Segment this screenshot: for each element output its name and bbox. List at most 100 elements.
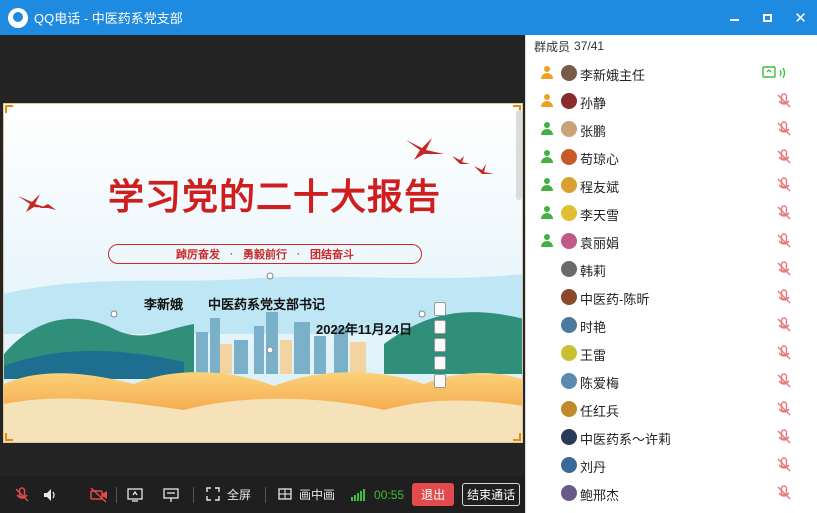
speaking-status-icon <box>540 94 554 108</box>
avatar <box>561 485 577 501</box>
member-row[interactable]: 韩莉 <box>526 255 817 283</box>
member-list[interactable]: 李新娥主任孙静张鹏苟琼心程友斌李天雪袁丽娟韩莉中医药-陈昕时艳王雷陈爱梅任红兵中… <box>526 59 817 507</box>
window-controls: ✕ <box>718 0 817 35</box>
presentation-slide: 学习党的二十大报告 踔厉奋发 · 勇毅前行 · 团结奋斗 李新娥 中医药系党支部… <box>3 103 523 443</box>
bulb-icon[interactable] <box>434 374 446 388</box>
speaking-status-icon <box>540 206 554 220</box>
member-name: 王雷 <box>580 348 607 363</box>
member-name: 韩莉 <box>580 264 607 279</box>
mic-muted-icon <box>776 345 792 361</box>
slide-organization: 中医药系党支部书记 <box>208 297 326 312</box>
member-name: 陈爱梅 <box>580 376 620 391</box>
member-name: 孙静 <box>580 96 607 111</box>
toolbar-divider <box>116 486 117 503</box>
member-row[interactable]: 程友斌 <box>526 171 817 199</box>
member-name: 任红兵 <box>580 404 620 419</box>
member-row[interactable]: 中医药系～许莉 <box>526 423 817 451</box>
rotate-icon[interactable] <box>434 338 446 352</box>
mic-muted-icon <box>776 289 792 305</box>
member-row[interactable]: 鲍邢杰 <box>526 479 817 507</box>
slide-slogan-banner: 踔厉奋发 · 勇毅前行 · 团结奋斗 <box>108 244 422 264</box>
member-panel: 群成员 37/41 李新娥主任 孙静 张鹏 苟琼心 程友斌 李天雪 袁丽娟 韩莉 中医药-陈昕时… <box>525 35 817 513</box>
member-name: 时艳 <box>580 320 607 335</box>
slide-author: 李新娥 <box>144 297 184 312</box>
pip-icon <box>278 487 294 503</box>
speaking-status-icon <box>540 234 554 248</box>
mic-muted-icon <box>776 261 792 277</box>
fullscreen-button[interactable]: 全屏 <box>206 486 251 503</box>
presentation-icon[interactable] <box>163 487 179 503</box>
avatar <box>561 289 577 305</box>
title-bar: QQ电话 - 中医药系党支部 ✕ <box>0 0 817 35</box>
avatar <box>561 401 577 417</box>
avatar <box>561 233 577 249</box>
avatar <box>561 429 577 445</box>
speaking-status-icon <box>540 66 554 80</box>
member-name: 李天雪 <box>580 208 620 223</box>
member-row[interactable]: 陈爱梅 <box>526 367 817 395</box>
fullscreen-label: 全屏 <box>227 488 252 502</box>
mic-muted-icon <box>776 429 792 445</box>
member-row[interactable]: 时艳 <box>526 311 817 339</box>
member-name: 李新娥主任 <box>580 68 646 83</box>
camera-off-icon[interactable] <box>90 486 107 503</box>
avatar <box>561 149 577 165</box>
slide-scrollbar[interactable] <box>516 110 522 200</box>
member-name: 张鹏 <box>580 124 607 139</box>
avatar <box>561 205 577 221</box>
slide-date: 2022年11月24日 <box>316 322 413 337</box>
member-name: 苟琼心 <box>580 152 620 167</box>
mic-muted-icon <box>776 485 792 501</box>
slide-artwork <box>4 104 522 442</box>
mic-muted-icon <box>776 177 792 193</box>
member-count: 37/41 <box>574 39 605 53</box>
member-row[interactable]: 苟琼心 <box>526 143 817 171</box>
speaker-icon[interactable] <box>42 487 58 503</box>
member-row[interactable]: 孙静 <box>526 87 817 115</box>
layers-icon[interactable] <box>434 302 446 316</box>
toolbar-divider <box>193 486 194 503</box>
mic-muted-icon <box>776 93 792 109</box>
slide-edit-tools <box>434 302 448 388</box>
mic-off-icon[interactable] <box>14 486 30 503</box>
member-name: 袁丽娟 <box>580 236 620 251</box>
shared-screen-area[interactable]: 学习党的二十大报告 踔厉奋发 · 勇毅前行 · 团结奋斗 李新娥 中医药系党支部… <box>0 35 525 476</box>
mic-muted-icon <box>776 373 792 389</box>
avatar <box>561 457 577 473</box>
window-title: QQ电话 - 中医药系党支部 <box>34 11 183 26</box>
speaking-status-icon <box>540 150 554 164</box>
minimize-icon[interactable] <box>718 0 751 35</box>
avatar <box>561 373 577 389</box>
fullscreen-icon <box>206 486 222 503</box>
mic-muted-icon <box>776 149 792 165</box>
avatar <box>561 93 577 109</box>
quit-button[interactable]: 退出 <box>412 483 455 506</box>
member-row[interactable]: 袁丽娟 <box>526 227 817 255</box>
slogan-2: 勇毅前行 <box>243 249 287 261</box>
end-call-button[interactable]: 结束通话 <box>462 483 521 506</box>
maximize-icon[interactable] <box>751 0 784 35</box>
avatar <box>561 65 577 81</box>
member-name: 刘丹 <box>580 460 607 475</box>
mic-muted-icon <box>776 233 792 249</box>
member-row[interactable]: 李天雪 <box>526 199 817 227</box>
toolbar-divider <box>265 486 267 503</box>
mic-muted-icon <box>776 205 792 221</box>
mic-muted-icon <box>776 401 792 417</box>
member-name: 中医药系～许莉 <box>580 432 672 447</box>
pip-label: 画中画 <box>299 488 336 502</box>
member-row[interactable]: 任红兵 <box>526 395 817 423</box>
member-row[interactable]: 中医药-陈昕 <box>526 283 817 311</box>
screen-share-icon[interactable] <box>127 487 143 503</box>
close-icon[interactable]: ✕ <box>784 0 817 35</box>
member-row[interactable]: 刘丹 <box>526 451 817 479</box>
member-row[interactable]: 王雷 <box>526 339 817 367</box>
mic-muted-icon <box>776 457 792 473</box>
member-row[interactable]: 李新娥主任 <box>526 59 817 87</box>
pen-icon[interactable] <box>434 320 446 334</box>
crop-icon[interactable] <box>434 356 446 370</box>
member-row[interactable]: 张鹏 <box>526 115 817 143</box>
mic-muted-icon <box>776 317 792 333</box>
avatar <box>561 177 577 193</box>
picture-in-picture-button[interactable]: 画中画 <box>278 486 335 503</box>
